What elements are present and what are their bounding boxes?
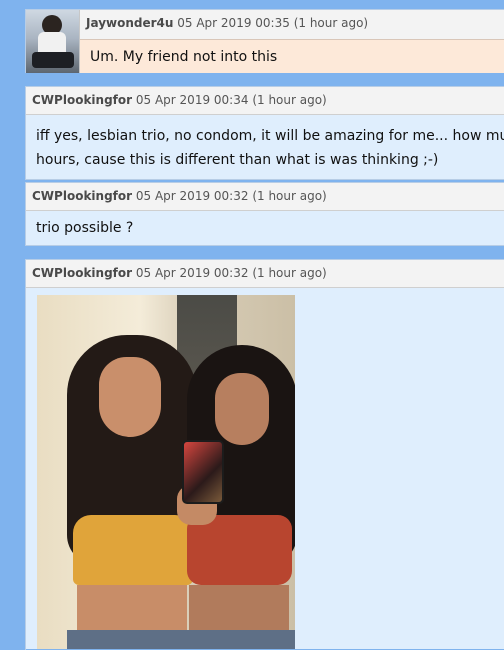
message-relative-time: (1 hour ago) (293, 16, 369, 30)
message-body (26, 288, 504, 649)
message-relative-time: (1 hour ago) (252, 93, 327, 107)
photo-phone (182, 440, 224, 504)
avatar-torso (38, 32, 66, 54)
message-header: CWPlookingfor 05 Apr 2019 00:32 (1 hour … (26, 260, 504, 288)
message-relative-time: (1 hour ago) (252, 266, 327, 280)
message-header: CWPlookingfor 05 Apr 2019 00:34 (1 hour … (26, 87, 504, 115)
message-relative-time: (1 hour ago) (252, 189, 327, 203)
message-thread: Jaywonder4u 05 Apr 2019 00:35 (1 hour ag… (25, 0, 504, 650)
message-author[interactable]: Jaywonder4u (86, 16, 173, 30)
message-author[interactable]: CWPlookingfor (32, 189, 132, 203)
message-date: 05 Apr 2019 00:32 (135, 189, 249, 203)
message-item: CWPlookingfor 05 Apr 2019 00:32 (1 hour … (25, 182, 504, 246)
message-body: trio possible ? (26, 211, 504, 245)
photo-person-right-face (215, 373, 269, 445)
message-text: trio possible ? (36, 220, 134, 236)
message-author[interactable]: CWPlookingfor (32, 266, 132, 280)
photo-person-right-top (187, 515, 292, 585)
photo-person-left-face (99, 357, 161, 437)
message-date: 05 Apr 2019 00:34 (135, 93, 249, 107)
message-body: iff yes, lesbian trio, no condom, it wil… (26, 115, 504, 179)
message-item: CWPlookingfor 05 Apr 2019 00:34 (1 hour … (25, 86, 504, 180)
message-body: Um. My friend not into this (80, 39, 504, 73)
photo-person-right-body (189, 585, 289, 635)
photo-person-left-body (77, 585, 187, 635)
message-date: 05 Apr 2019 00:32 (135, 266, 249, 280)
message-item: Jaywonder4u 05 Apr 2019 00:35 (1 hour ag… (25, 9, 504, 73)
attached-photo[interactable] (37, 295, 295, 649)
photo-person-left-top (73, 515, 193, 585)
message-author[interactable]: CWPlookingfor (32, 93, 132, 107)
message-text: Um. My friend not into this (90, 49, 278, 65)
avatar[interactable] (26, 10, 80, 73)
message-text-line: hours, cause this is different than what… (36, 152, 439, 168)
message-item: CWPlookingfor 05 Apr 2019 00:32 (1 hour … (25, 259, 504, 650)
avatar-legs (32, 52, 74, 68)
message-date: 05 Apr 2019 00:35 (177, 16, 290, 30)
message-text-line: iff yes, lesbian trio, no condom, it wil… (36, 128, 504, 144)
message-header: CWPlookingfor 05 Apr 2019 00:32 (1 hour … (26, 183, 504, 211)
photo-jeans (67, 630, 295, 649)
message-header: Jaywonder4u 05 Apr 2019 00:35 (1 hour ag… (80, 10, 504, 38)
